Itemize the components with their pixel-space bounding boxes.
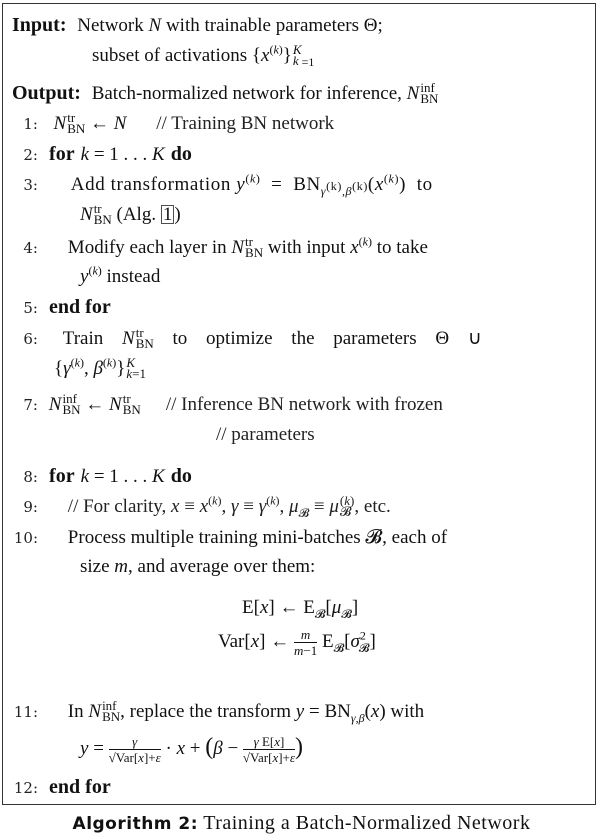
line-3: 3: Add transformation y(k) = BNγ(k),β(k)… [0, 173, 433, 197]
line-number: 12: [13, 779, 38, 797]
equation-variance: Var[x] ← m m−1 E𝓑[σ2𝓑] [218, 627, 376, 659]
output-row: Output: Batch-normalized network for inf… [12, 79, 439, 106]
line-number: 6: [23, 330, 38, 348]
line-9: 9: // For clarity, x ≡ x(k), γ ≡ γ(k), μ… [0, 494, 390, 519]
line-number: 9: [23, 498, 38, 516]
algorithm-caption: Algorithm 2: Training a Batch-Normalized… [0, 812, 603, 835]
line-number: 8: [23, 468, 38, 486]
line-number: 10: [13, 529, 38, 547]
input-label: Input: [12, 14, 67, 36]
output-text: Batch-normalized network for inference, … [86, 79, 439, 106]
keyword-do: do [170, 143, 192, 165]
line-7-cont: // parameters [216, 423, 315, 446]
line-10-cont: size m, and average over them: [80, 556, 316, 577]
line-5: 5: end for [0, 296, 111, 319]
line-number: 1: [23, 115, 38, 133]
line-11-cont: y = γ √Var[x]+ε · x + (β − γ E[x] √Var[x]+… [80, 734, 304, 766]
equation-mean: E[x] ← E𝓑[μ𝓑] [242, 597, 359, 621]
line-6-cont: {γ(k), β(k)} Kk=1 [54, 354, 146, 381]
keyword-end-for: end for [49, 296, 111, 318]
keyword-do: do [170, 465, 192, 487]
line-8: 8: for k = 1 . . . K do [0, 465, 192, 488]
caption-label: Algorithm 2: [72, 814, 199, 834]
line-12: 12: end for [0, 776, 111, 799]
comment: // Training BN network [156, 113, 335, 134]
line-1: 1: Ntr BN ← N // Training BN network [0, 111, 335, 136]
line-4: 4: Modify each layer in Ntr BN with input… [0, 235, 428, 260]
comment: // Inference BN network with frozen [165, 394, 443, 415]
input-text: Network N with trainable parameters Θ; [72, 15, 383, 36]
line-number: 7: [23, 396, 38, 414]
line-number: 11: [13, 703, 38, 721]
line-number: 5: [23, 299, 38, 317]
input-row-cont: subset of activations {x(k)} Kk =1 [92, 41, 315, 69]
line-7: 7: Ninf BN ← Ntr BN // Inference BN networ… [0, 392, 443, 417]
line-6: 6: Train Ntr BN to optimize the parameter… [0, 326, 481, 351]
caption-text: Training a Batch-Normalized Network [203, 812, 531, 834]
line-3-cont: Ntr BN (Alg. 1) [80, 200, 181, 227]
keyword-for: for [49, 465, 75, 487]
comment-cont: // parameters [216, 424, 315, 445]
line-number: 2: [23, 146, 38, 164]
keyword-for: for [49, 143, 75, 165]
line-11: 11: In Ninf BN, replace the transform y =… [0, 699, 424, 724]
keyword-end-for: end for [49, 776, 111, 798]
line-10: 10: Process multiple training mini-batch… [0, 526, 447, 549]
line-number: 4: [23, 239, 38, 257]
line-2: 2: for k = 1 . . . K do [0, 143, 192, 166]
input-row: Input: Network N with trainable paramete… [12, 14, 383, 37]
output-label: Output: [12, 82, 81, 104]
line-number: 3: [23, 176, 38, 194]
algorithm-reference-link[interactable]: 1 [160, 205, 175, 224]
input-text-2: subset of activations {x(k)} Kk =1 [92, 41, 315, 69]
line-4-cont: y(k) instead [80, 263, 161, 287]
